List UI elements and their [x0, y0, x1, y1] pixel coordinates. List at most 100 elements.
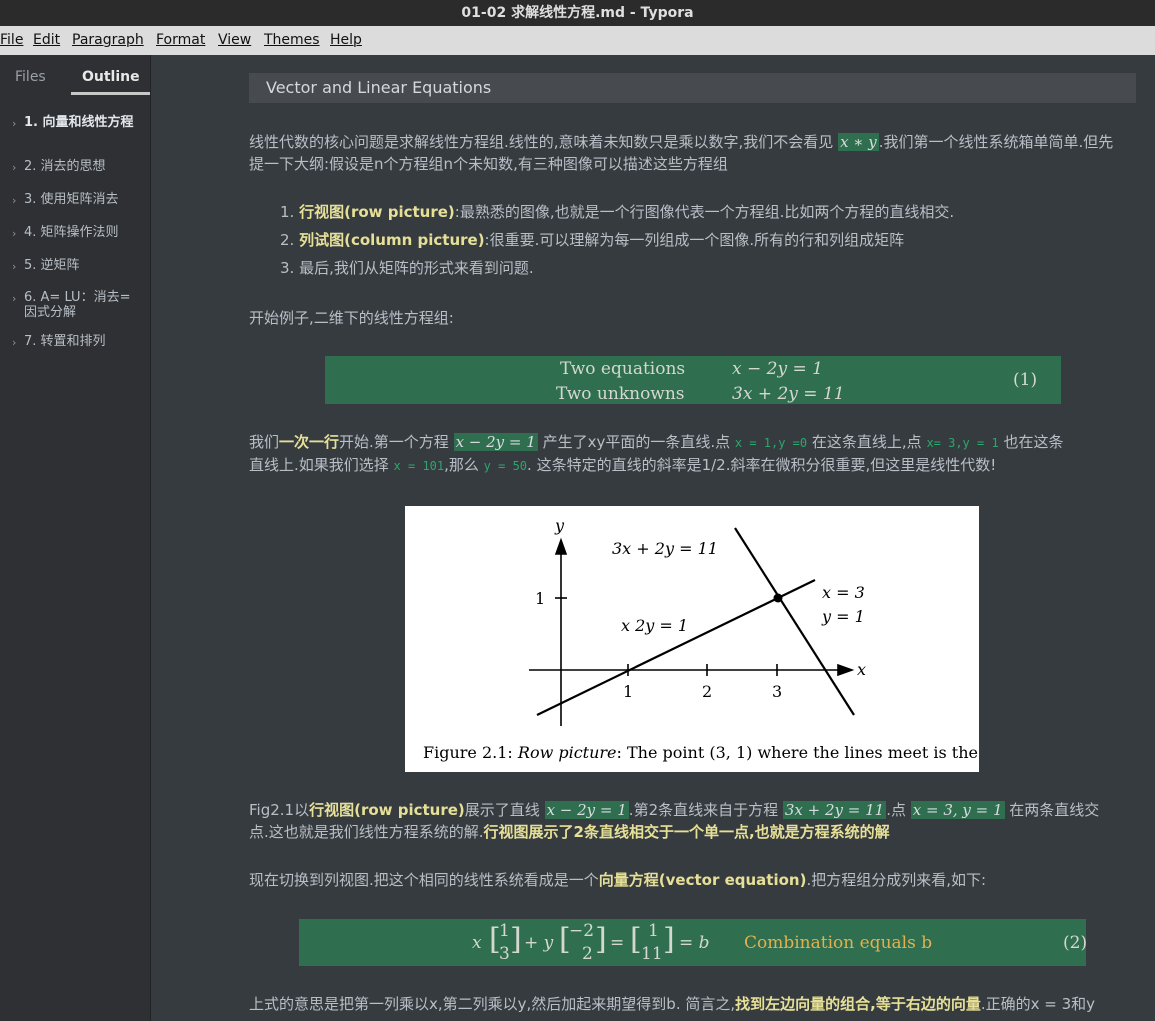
text: 在两条直线交 — [1004, 801, 1100, 819]
menu-edit[interactable]: Edit — [33, 32, 60, 48]
text: . 这条特定的直线的斜率是1/2.斜率在微积分很重要,但这里是线性代数! — [527, 456, 997, 474]
bracket-right: ] — [510, 922, 522, 957]
chevron-right-icon[interactable]: › — [12, 160, 16, 175]
text: 点.这也就是我们线性方程系统的解. — [249, 823, 484, 841]
outline-item-7[interactable]: › 7. 转置和排列 — [12, 334, 142, 349]
list-item: 3. 最后,我们从矩阵的形式来看到问题. — [280, 257, 534, 279]
intersection-point — [773, 593, 783, 603]
menu-file[interactable]: File — [0, 32, 23, 48]
list-item: 1. 行视图(row picture):最熟悉的图像,也就是一个行图像代表一个方… — [280, 201, 954, 223]
bold-text: 向量方程(vector equation) — [598, 871, 807, 889]
inline-math: 3x + 2y = 11 — [782, 801, 887, 819]
outline-item-5[interactable]: › 5. 逆矩阵 — [12, 258, 142, 273]
eq-label: Two equations — [560, 359, 686, 379]
paragraph-figure-explain: Fig2.1以行视图(row picture)展示了直线 x − 2y = 1.… — [249, 799, 1149, 843]
inline-code: x = 1,y =0 — [734, 436, 808, 450]
list-text: :最熟悉的图像,也就是一个行图像代表一个方程组.比如两个方程的直线相交. — [454, 203, 955, 221]
vector-entry: 3 — [499, 944, 510, 964]
text: 展示了直线 — [464, 801, 545, 819]
eq-var: x — [472, 933, 482, 953]
inline-math: x − 2y = 1 — [544, 801, 629, 819]
inline-math: x − 2y = 1 — [453, 433, 538, 451]
paragraph-summary: 上式的意思是把第一列乘以x,第二列乘以y,然后加起来期望得到b. 简言之,找到左… — [249, 993, 1095, 1015]
menu-bar: File Edit Paragraph Format View Themes H… — [0, 26, 1155, 55]
chevron-right-icon[interactable]: › — [12, 226, 16, 241]
chevron-right-icon[interactable]: › — [12, 259, 16, 274]
outline-item-1[interactable]: › 1. 向量和线性方程 — [12, 115, 142, 130]
eq-comment: Combination equals b — [744, 933, 933, 953]
caption-italic: Row picture — [517, 743, 617, 762]
inline-code: x= 3,y = 1 — [926, 436, 999, 450]
math-block-1: Two equations x − 2y = 1 Two unknowns 3x… — [325, 356, 1061, 404]
y-axis-label: y — [554, 516, 565, 535]
text: ,那么 — [444, 456, 484, 474]
x-tick-label: 1 — [623, 682, 633, 701]
text: 也在这条 — [998, 433, 1064, 451]
bracket-right: ] — [595, 922, 607, 957]
list-number: 3. — [280, 259, 295, 277]
text: 在这条直线上,点 — [807, 433, 927, 451]
outline-item-2[interactable]: › 2. 消去的思想 — [12, 159, 142, 174]
paragraph-column-intro: 现在切换到列视图.把这个相同的线性系统看成是一个向量方程(vector equa… — [249, 869, 986, 891]
outline-item-6[interactable]: › 6. A= LU：消去=因式分解 — [12, 290, 142, 320]
x-tick-label: 2 — [702, 682, 712, 701]
solution-y-label: y = 1 — [821, 607, 865, 626]
outline-item-label: 1. 向量和线性方程 — [24, 115, 134, 130]
bold-text: 行视图(row picture) — [309, 801, 465, 819]
outline-item-4[interactable]: › 4. 矩阵操作法则 — [12, 225, 142, 240]
menu-help[interactable]: Help — [330, 32, 362, 48]
outline-item-label: 5. 逆矩阵 — [24, 258, 80, 273]
sidebar: Files Outline › 1. 向量和线性方程 › 2. 消去的思想 › … — [0, 55, 151, 1021]
y-axis-arrow — [554, 537, 568, 555]
text: 直线上.如果我们选择 — [249, 456, 394, 474]
bold-text: 找到左边向量的组合,等于右边的向量 — [735, 995, 981, 1013]
bracket-right: ] — [663, 922, 675, 957]
inline-code: y = 50 — [483, 459, 528, 473]
eq-number: (2) — [1063, 933, 1088, 953]
chevron-right-icon[interactable]: › — [12, 193, 16, 208]
text: 我们 — [249, 433, 280, 451]
editor-content[interactable]: Vector and Linear Equations 线性代数的核心问题是求解… — [151, 55, 1155, 1021]
text: .我们第一个线性系统箱单简单.但先 — [878, 133, 1114, 151]
menu-format[interactable]: Format — [156, 32, 205, 48]
text: 线性代数的核心问题是求解线性方程组.线性的,意味着未知数只是乘以数字,我们不会看… — [249, 133, 839, 151]
text: .第2条直线来自于方程 — [628, 801, 783, 819]
bold-text: 行视图展示了2条直线相交于一个单一点,也就是方程系统的解 — [483, 823, 890, 841]
line-label-top: 3x + 2y = 11 — [612, 539, 718, 558]
menu-view[interactable]: View — [218, 32, 251, 48]
figure-caption: Figure 2.1: Row picture: The point (3, 1… — [423, 743, 979, 762]
list-bold: 列试图(column picture) — [299, 231, 485, 249]
window-title: 01-02 求解线性方程.md - Typora — [0, 0, 1155, 26]
section-heading: Vector and Linear Equations — [249, 73, 1136, 103]
tab-outline[interactable]: Outline — [82, 69, 140, 85]
eq-expression: 3x + 2y = 11 — [732, 384, 845, 404]
chevron-right-icon[interactable]: › — [12, 291, 16, 306]
eq-number: (1) — [1013, 370, 1038, 390]
eq-plus-y: + y — [524, 933, 554, 953]
paragraph-intro: 线性代数的核心问题是求解线性方程组.线性的,意味着未知数只是乘以数字,我们不会看… — [249, 131, 1149, 175]
outline-item-label: 3. 使用矩阵消去 — [24, 192, 119, 207]
text: .把方程组分成列来看,如下: — [806, 871, 987, 889]
menu-themes[interactable]: Themes — [264, 32, 320, 48]
list-text: 最后,我们从矩阵的形式来看到问题. — [299, 259, 534, 277]
vector-entry: −2 — [569, 921, 595, 941]
outline-item-3[interactable]: › 3. 使用矩阵消去 — [12, 192, 142, 207]
chevron-right-icon[interactable]: › — [12, 116, 16, 131]
paragraph: 开始例子,二维下的线性方程组: — [249, 309, 454, 327]
vector-entry: 1 — [499, 921, 510, 941]
vector-entry: 1 — [648, 921, 659, 941]
math-block-2: x [ 1 3 ] + y [ −2 2 ] = [ 1 11 ] = b Co… — [299, 919, 1088, 966]
menu-paragraph[interactable]: Paragraph — [72, 32, 144, 48]
tab-files[interactable]: Files — [15, 69, 46, 85]
caption-rest: : The point (3, 1) where the lines meet … — [617, 743, 979, 762]
active-tab-indicator — [71, 92, 150, 95]
solution-x-label: x = 3 — [822, 583, 865, 602]
text: Fig2.1以 — [249, 801, 310, 819]
row-picture-graph: y x 3x + 2y = 11 x 2y = 1 1 1 2 3 x = 3 … — [423, 516, 979, 762]
vector-entry: 2 — [582, 944, 593, 964]
x-tick-label: 3 — [772, 682, 782, 701]
eq-equals: = — [610, 933, 625, 953]
text: 开始.第一个方程 — [339, 433, 454, 451]
chevron-right-icon[interactable]: › — [12, 335, 16, 350]
list-item: 2. 列试图(column picture):很重要.可以理解为每一列组成一个图… — [280, 229, 904, 251]
